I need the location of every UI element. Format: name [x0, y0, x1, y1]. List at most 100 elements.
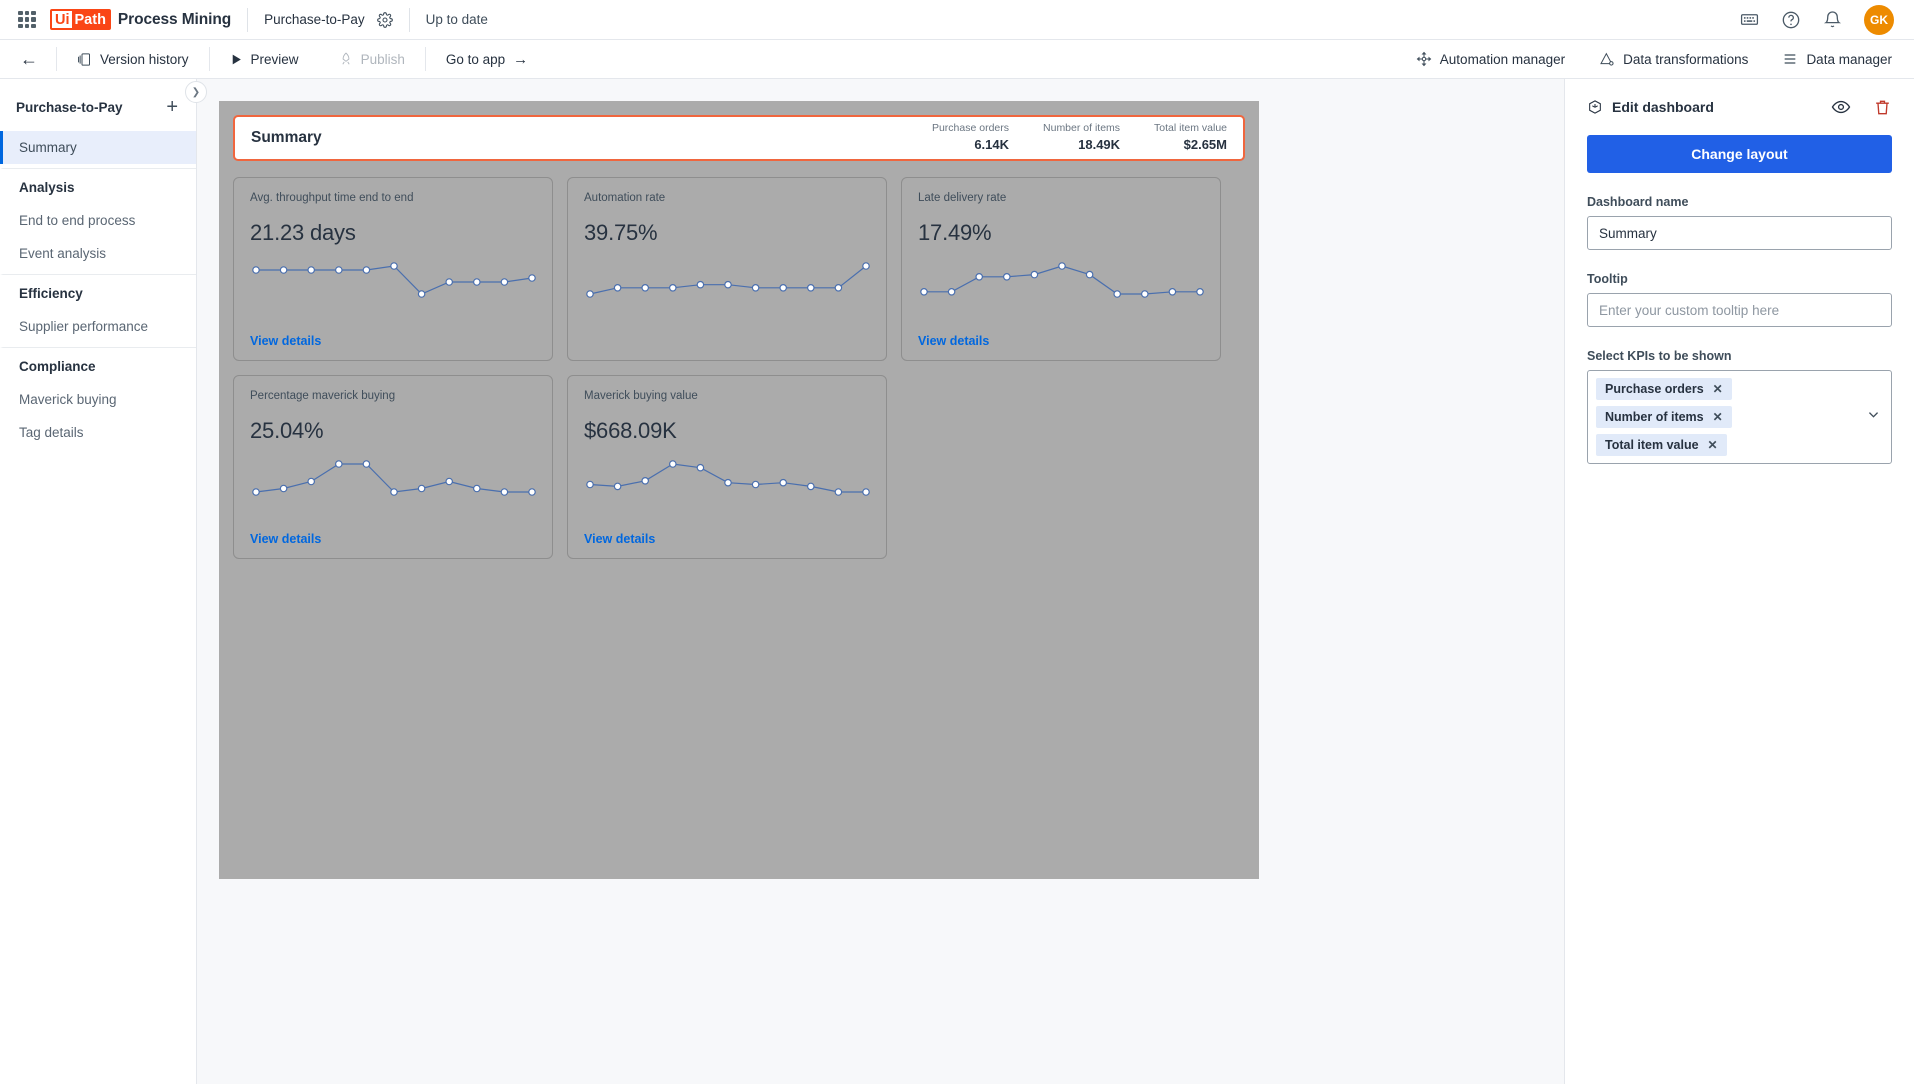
- data-transformations-button[interactable]: Data transformations: [1599, 51, 1748, 67]
- change-layout-button[interactable]: Change layout: [1587, 135, 1892, 173]
- data-manager-label: Data manager: [1806, 52, 1892, 67]
- process-name[interactable]: Purchase-to-Pay: [264, 12, 365, 27]
- logo-path-text: Path: [72, 11, 109, 28]
- sidebar-item-tag-details[interactable]: Tag details: [0, 416, 196, 449]
- chip-remove-icon[interactable]: ✕: [1713, 383, 1723, 395]
- kpi-chip[interactable]: Number of items ✕: [1596, 406, 1732, 428]
- help-circle-icon[interactable]: [1781, 10, 1801, 30]
- sidebar-item-summary[interactable]: Summary: [0, 131, 196, 164]
- version-history-label: Version history: [100, 52, 189, 67]
- play-icon: [230, 53, 243, 66]
- layers-icon: [77, 52, 92, 67]
- edit-panel-actions: [1831, 97, 1892, 117]
- sidebar-item-label: Tag details: [19, 425, 84, 440]
- view-details-link[interactable]: View details: [584, 532, 870, 546]
- grid-apps-icon[interactable]: [18, 11, 36, 29]
- dashboard-header-card[interactable]: Summary Purchase orders6.14K Number of it…: [233, 115, 1245, 161]
- logo-ui-text: Ui: [52, 12, 72, 28]
- tooltip-input[interactable]: [1587, 293, 1892, 327]
- kpi-chip-list: Purchase orders✕Number of items✕Total it…: [1596, 378, 1732, 456]
- metric-card-sparkline: [584, 260, 870, 300]
- data-manager-button[interactable]: Data manager: [1782, 51, 1892, 67]
- logo-mark: Ui Path: [50, 9, 111, 30]
- metric-card[interactable]: Avg. throughput time end to end21.23 day…: [233, 177, 553, 361]
- metric-card[interactable]: Maverick buying value $668.09K View detail…: [567, 375, 887, 559]
- keyboard-icon[interactable]: [1740, 10, 1759, 29]
- sidebar-item-end-to-end-process[interactable]: End to end process: [0, 204, 196, 237]
- go-to-app-button[interactable]: Go to app →: [426, 40, 548, 78]
- sidebar-item-label: Efficiency: [19, 286, 83, 301]
- preview-button[interactable]: Preview: [210, 40, 319, 78]
- sidebar-item-event-analysis[interactable]: Event analysis: [0, 237, 196, 270]
- product-name: Process Mining: [118, 11, 231, 29]
- metric-card-title: Percentage maverick buying: [250, 390, 536, 402]
- plus-icon[interactable]: +: [166, 97, 178, 117]
- gear-icon[interactable]: [377, 12, 393, 28]
- sidebar-title: Purchase-to-Pay: [16, 100, 123, 115]
- sidebar-item-compliance[interactable]: Compliance: [0, 347, 196, 383]
- sidebar-item-label: Compliance: [19, 359, 96, 374]
- sidebar-item-maverick-buying[interactable]: Maverick buying: [0, 383, 196, 416]
- transform-icon: [1599, 51, 1615, 67]
- metric-card[interactable]: Percentage maverick buying 25.04% View det…: [233, 375, 553, 559]
- sidebar-item-label: End to end process: [19, 213, 135, 228]
- metric-card[interactable]: Automation rate39.75%: [567, 177, 887, 361]
- sidebar-item-supplier-performance[interactable]: Supplier performance: [0, 310, 196, 343]
- kpi-chip[interactable]: Purchase orders✕: [1596, 378, 1732, 400]
- dashboard-name-label: Dashboard name: [1587, 195, 1892, 209]
- metric-card-title: Maverick buying value: [584, 390, 870, 402]
- sync-status: Up to date: [426, 12, 488, 27]
- view-details-link[interactable]: View details: [250, 532, 536, 546]
- sidebar-item-analysis[interactable]: Analysis: [0, 168, 196, 204]
- view-details-link[interactable]: View details: [250, 334, 536, 348]
- header-kpi: Total item value$2.65M: [1154, 122, 1227, 153]
- sidebar-item-label: Supplier performance: [19, 319, 148, 334]
- chip-remove-icon[interactable]: ✕: [1708, 439, 1718, 451]
- metric-card-value: 39.75%: [584, 220, 870, 246]
- divider: [247, 8, 248, 32]
- header-kpi-label: Purchase orders: [932, 122, 1009, 136]
- header-kpi-value: 6.14K: [932, 136, 1009, 154]
- sparkline-chart: [584, 260, 872, 300]
- select-kpis-label: Select KPIs to be shown: [1587, 349, 1892, 363]
- uipath-logo[interactable]: Ui Path Process Mining: [50, 9, 231, 30]
- sidebar-header: Purchase-to-Pay +: [0, 83, 196, 131]
- automation-manager-button[interactable]: Automation manager: [1416, 51, 1565, 67]
- header-kpi-value: $2.65M: [1154, 136, 1227, 154]
- automation-manager-label: Automation manager: [1440, 52, 1565, 67]
- metric-card-value: $668.09K: [584, 418, 870, 444]
- eye-icon[interactable]: [1831, 97, 1851, 117]
- chevron-right-icon[interactable]: ❯: [185, 81, 207, 103]
- metric-card-value: 25.04%: [250, 418, 536, 444]
- sparkline-chart: [250, 260, 538, 300]
- chip-remove-icon[interactable]: ✕: [1713, 411, 1723, 423]
- dashboard-name-input[interactable]: [1587, 216, 1892, 250]
- version-history-button[interactable]: Version history: [57, 40, 209, 78]
- dashboard-canvas: Summary Purchase orders6.14K Number of it…: [197, 79, 1564, 1084]
- bell-icon[interactable]: [1823, 10, 1842, 29]
- kpi-chip[interactable]: Total item value ✕: [1596, 434, 1727, 456]
- dashboard-surface: Summary Purchase orders6.14K Number of it…: [219, 101, 1259, 879]
- page-title: Summary: [251, 129, 322, 147]
- arrow-right-icon: →: [513, 51, 528, 68]
- kpi-chip-label: Number of items: [1605, 410, 1704, 424]
- sidebar-item-label: Maverick buying: [19, 392, 117, 407]
- kpi-multiselect[interactable]: Purchase orders✕Number of items✕Total it…: [1587, 370, 1892, 464]
- automation-icon: [1416, 51, 1432, 67]
- go-to-app-label: Go to app: [446, 52, 505, 67]
- chevron-down-icon[interactable]: [1866, 407, 1881, 427]
- metric-card[interactable]: Late delivery rate17.49%View details: [901, 177, 1221, 361]
- arrow-left-icon[interactable]: ←: [20, 50, 38, 68]
- view-details-link[interactable]: View details: [918, 334, 1204, 348]
- header-kpi-label: Total item value: [1154, 122, 1227, 136]
- header-kpi: Purchase orders6.14K: [932, 122, 1009, 153]
- top-bar: Ui Path Process Mining Purchase-to-Pay U…: [0, 0, 1914, 40]
- list-icon: [1782, 51, 1798, 67]
- trash-icon[interactable]: [1873, 98, 1892, 117]
- metric-card-value: 17.49%: [918, 220, 1204, 246]
- header-kpi-label: Number of items: [1043, 122, 1120, 136]
- kpi-chip-label: Total item value: [1605, 438, 1699, 452]
- avatar[interactable]: GK: [1864, 5, 1894, 35]
- tooltip-label: Tooltip: [1587, 272, 1892, 286]
- sidebar-item-efficiency[interactable]: Efficiency: [0, 274, 196, 310]
